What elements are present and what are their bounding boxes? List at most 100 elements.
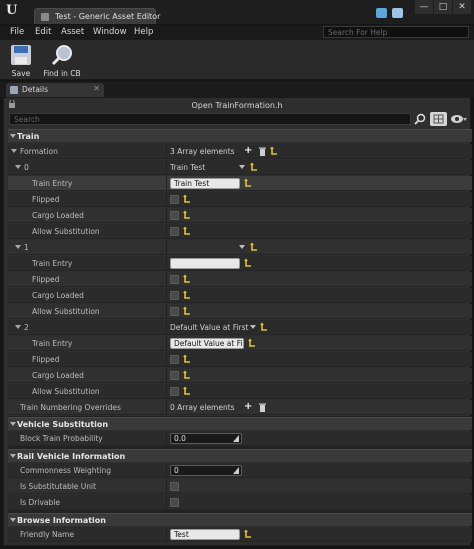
save-label: Save [11, 69, 31, 78]
is-drivable-checkbox[interactable] [170, 498, 179, 507]
substitutable-unit-row: Is Substitutable Unit [8, 479, 472, 494]
reset-to-default-icon[interactable] [250, 242, 258, 252]
menu-file[interactable]: File [10, 27, 24, 37]
element-index-label: 2 [24, 323, 29, 332]
flipped-row: Flipped [8, 352, 472, 367]
train-entry-field[interactable]: Default Value at First [170, 338, 244, 349]
reset-to-default-icon[interactable] [244, 529, 252, 539]
details-tab[interactable]: Details ✕ [6, 83, 104, 97]
menu-asset[interactable]: Asset [61, 27, 84, 37]
block-train-probability-field[interactable]: 0.0 [170, 433, 242, 444]
details-search-input[interactable]: Search [9, 113, 411, 125]
category-rail-vehicle-information[interactable]: Rail Vehicle Information [8, 449, 472, 462]
trash-icon[interactable] [259, 147, 266, 156]
reset-to-default-icon[interactable] [183, 370, 191, 380]
reset-to-default-icon[interactable] [244, 178, 252, 188]
details-tab-label: Details [22, 85, 49, 94]
drag-handle-icon[interactable] [233, 467, 239, 474]
collapse-arrow-icon [10, 134, 16, 138]
menu-window[interactable]: Window [93, 27, 127, 37]
category-train[interactable]: Train [8, 129, 472, 142]
search-icon[interactable] [414, 113, 426, 125]
minimize-button[interactable]: — [415, 0, 433, 14]
dropdown-arrow-icon[interactable] [239, 165, 245, 169]
allow-substitution-row: Allow Substitution [8, 224, 472, 239]
category-browse-information[interactable]: Browse Information [8, 513, 472, 526]
substitutable-unit-checkbox[interactable] [170, 482, 179, 491]
property-matrix-button[interactable] [430, 112, 447, 126]
formation-element-0-row: 0 Train Test [8, 160, 472, 175]
allow-substitution-checkbox[interactable] [170, 387, 179, 396]
cargo-loaded-row: Cargo Loaded [8, 208, 472, 223]
source-file-link[interactable]: Open TrainFormation.h [4, 101, 470, 110]
trash-icon[interactable] [259, 403, 266, 412]
add-element-icon[interactable]: + [244, 145, 252, 157]
dropdown-arrow-icon[interactable] [239, 245, 245, 249]
reset-to-default-icon[interactable] [183, 194, 191, 204]
drag-handle-icon[interactable] [233, 435, 239, 442]
train-entry-row: Train Entry [8, 256, 472, 271]
close-button[interactable]: ✕ [453, 0, 471, 14]
allow-substitution-checkbox[interactable] [170, 307, 179, 316]
asset-editor-tab[interactable]: Test - Generic Asset Editor [34, 8, 160, 24]
numbering-overrides-row: Train Numbering Overrides 0 Array elemen… [8, 400, 472, 415]
train-entry-field[interactable] [170, 258, 240, 269]
category-train-label: Train [17, 132, 40, 141]
commonness-weighting-field[interactable]: 0 [170, 465, 242, 476]
cargo-loaded-checkbox[interactable] [170, 211, 179, 220]
allow-substitution-checkbox[interactable] [170, 227, 179, 236]
element-combo-value[interactable]: Train Test [170, 163, 205, 172]
reset-to-default-icon[interactable] [248, 338, 256, 348]
flipped-label: Flipped [32, 275, 60, 284]
reset-to-default-icon[interactable] [260, 322, 268, 332]
flipped-checkbox[interactable] [170, 355, 179, 364]
element-combo-value[interactable]: Default Value at First [170, 323, 248, 332]
add-element-icon[interactable]: + [244, 401, 252, 413]
flipped-checkbox[interactable] [170, 275, 179, 284]
notifications-icon[interactable] [392, 8, 403, 18]
reset-to-default-icon[interactable] [183, 226, 191, 236]
details-search-placeholder: Search [14, 115, 40, 124]
dropdown-arrow-icon[interactable] [250, 325, 256, 329]
substitutable-unit-label: Is Substitutable Unit [20, 482, 97, 491]
column-divider [166, 400, 167, 415]
reset-to-default-icon[interactable] [183, 386, 191, 396]
reset-to-default-icon[interactable] [270, 146, 278, 156]
expand-arrow-icon[interactable] [15, 245, 21, 249]
expand-arrow-icon[interactable] [15, 165, 21, 169]
reset-to-default-icon[interactable] [250, 162, 258, 172]
expand-arrow-icon[interactable] [11, 149, 17, 153]
reset-to-default-icon[interactable] [183, 274, 191, 284]
cargo-loaded-checkbox[interactable] [170, 371, 179, 380]
column-divider [166, 495, 167, 510]
friendly-name-field[interactable]: Test [170, 529, 240, 540]
allow-substitution-label: Allow Substitution [32, 227, 100, 236]
reset-to-default-icon[interactable] [183, 210, 191, 220]
cargo-loaded-checkbox[interactable] [170, 291, 179, 300]
category-vehicle-substitution[interactable]: Vehicle Substitution [8, 417, 472, 430]
menu-help[interactable]: Help [134, 27, 153, 37]
column-divider [166, 384, 167, 399]
expand-arrow-icon[interactable] [15, 325, 21, 329]
find-in-cb-button[interactable]: Find in CB [40, 40, 84, 80]
friendly-name-row: Friendly Name Test [8, 527, 472, 542]
details-close-icon[interactable]: ✕ [93, 84, 100, 93]
train-entry-field[interactable]: Train Test [170, 178, 240, 189]
view-options-eye-icon[interactable] [451, 114, 467, 124]
formation-element-2-row: 2 Default Value at First [8, 320, 472, 335]
menu-edit[interactable]: Edit [35, 27, 51, 37]
reset-to-default-icon[interactable] [183, 290, 191, 300]
column-divider [166, 208, 167, 223]
train-entry-row: Train Entry Train Test [8, 176, 472, 191]
reset-to-default-icon[interactable] [183, 354, 191, 364]
feedback-icon[interactable] [376, 8, 387, 18]
save-button[interactable]: Save [4, 40, 38, 80]
maximize-button[interactable]: □ [434, 0, 452, 14]
allow-substitution-row: Allow Substitution [8, 384, 472, 399]
flipped-checkbox[interactable] [170, 195, 179, 204]
column-divider [166, 320, 167, 335]
reset-to-default-icon[interactable] [244, 258, 252, 268]
help-search-input[interactable]: Search For Help [323, 26, 469, 38]
reset-to-default-icon[interactable] [183, 306, 191, 316]
column-divider [166, 352, 167, 367]
